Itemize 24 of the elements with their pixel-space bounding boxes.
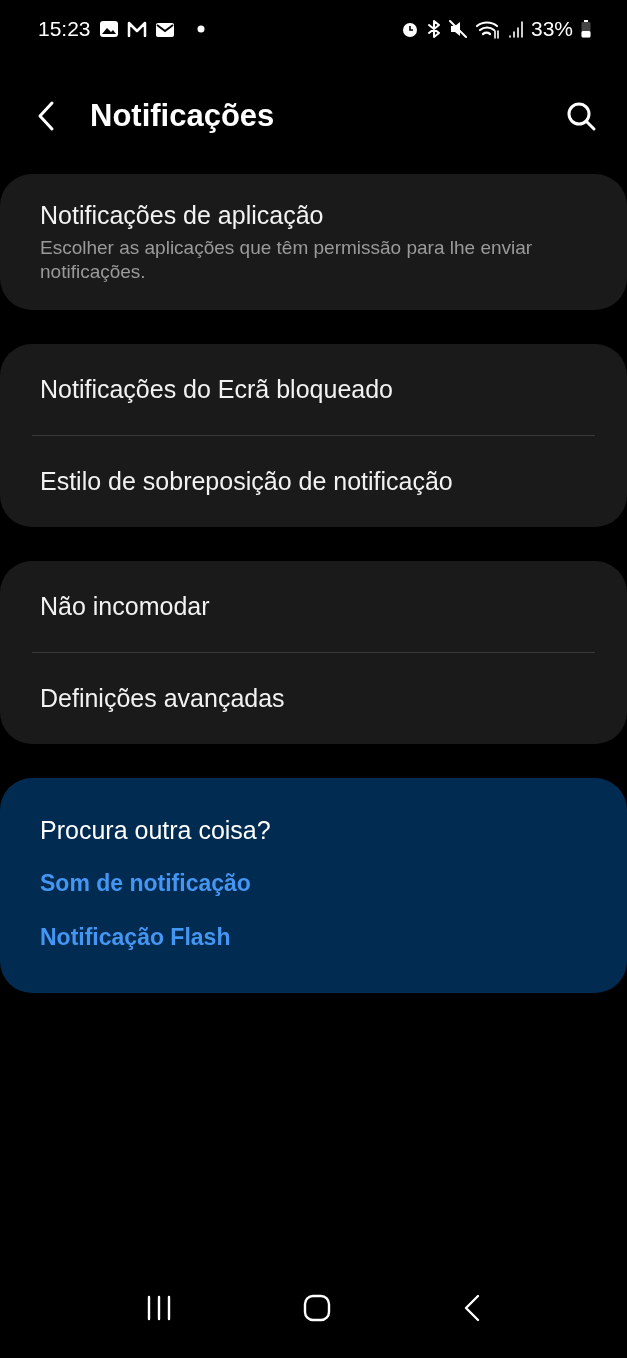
settings-item[interactable]: Estilo de sobreposição de notificação bbox=[40, 467, 587, 496]
search-button[interactable] bbox=[565, 100, 597, 132]
signal-icon bbox=[508, 20, 523, 38]
mail-icon bbox=[126, 21, 147, 37]
home-button[interactable] bbox=[303, 1294, 332, 1322]
settings-item[interactable]: Notificações de aplicação bbox=[40, 200, 587, 230]
suggestions-title: Procura outra coisa? bbox=[40, 816, 272, 845]
battery-icon bbox=[581, 20, 591, 38]
mute-icon bbox=[448, 20, 467, 38]
settings-item[interactable]: Não incomodar bbox=[40, 592, 587, 621]
suggestion-link[interactable]: Notificação Flash bbox=[40, 921, 587, 953]
alarm-icon bbox=[400, 20, 419, 38]
gallery-icon bbox=[98, 20, 119, 38]
page-title: Notificações bbox=[90, 98, 276, 134]
item-description: Escolher as aplicações que têm permissão para lhe enviar notificações. bbox=[40, 235, 534, 284]
settings-item[interactable]: Notificações do Ecrã bloqueado bbox=[40, 375, 587, 404]
battery-percentage: 33% bbox=[530, 17, 573, 41]
email-icon bbox=[154, 20, 177, 38]
status-time: 15:23 bbox=[38, 17, 91, 41]
wifi-icon bbox=[474, 19, 501, 39]
settings-item[interactable]: Definições avançadas bbox=[40, 684, 587, 713]
bluetooth-icon bbox=[426, 20, 441, 38]
dot-icon bbox=[196, 25, 205, 33]
suggestion-link[interactable]: Som de notificação bbox=[40, 867, 587, 899]
